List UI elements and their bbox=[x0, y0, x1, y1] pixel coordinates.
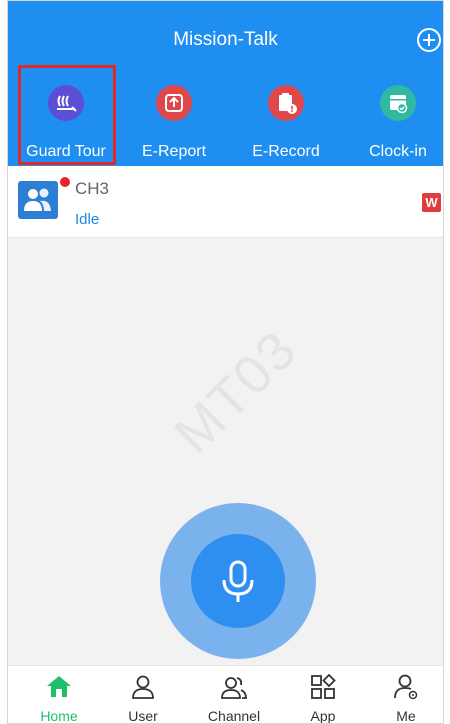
shortcut-label: E-Record bbox=[252, 143, 320, 160]
unread-dot bbox=[60, 177, 70, 187]
home-icon bbox=[45, 673, 73, 701]
user-icon bbox=[129, 673, 157, 701]
tab-label: App bbox=[310, 708, 336, 724]
channel-badge: W bbox=[422, 193, 441, 212]
watermark: MT03 bbox=[163, 319, 309, 465]
channel-group-icon bbox=[18, 181, 58, 219]
ptt-button[interactable] bbox=[191, 534, 285, 628]
tab-app[interactable]: App bbox=[280, 666, 366, 724]
add-icon[interactable] bbox=[417, 28, 441, 52]
shortcut-label: E-Report bbox=[141, 143, 207, 160]
channel-name: CH3 bbox=[75, 179, 110, 198]
shortcut-e-report[interactable]: E-Report bbox=[124, 67, 224, 165]
channel-icon bbox=[220, 673, 248, 701]
header: Mission-Talk Guard Tour E-Report E-Recor… bbox=[8, 1, 443, 166]
tab-label: Home bbox=[40, 708, 78, 724]
e-report-icon bbox=[156, 85, 192, 121]
shortcut-clock-in[interactable]: Clock-in bbox=[348, 67, 443, 165]
tab-user[interactable]: User bbox=[100, 666, 186, 724]
app-title: Mission-Talk bbox=[173, 29, 278, 50]
bottom-tab-bar: Home User Channel App Me bbox=[8, 665, 443, 724]
guard-tour-highlight bbox=[18, 65, 116, 165]
tab-me[interactable]: Me bbox=[363, 666, 443, 724]
tab-label: Me bbox=[396, 708, 416, 724]
channel-row[interactable]: CH3 Idle W bbox=[8, 166, 443, 238]
app-icon bbox=[309, 673, 337, 701]
shortcut-label: Clock-in bbox=[369, 143, 427, 160]
app-frame: Mission-Talk Guard Tour E-Report E-Recor… bbox=[7, 0, 444, 724]
tab-home[interactable]: Home bbox=[16, 666, 102, 724]
e-record-icon bbox=[268, 85, 304, 121]
shortcut-e-record[interactable]: E-Record bbox=[236, 67, 336, 165]
me-icon bbox=[392, 673, 420, 701]
tab-channel[interactable]: Channel bbox=[191, 666, 277, 724]
clock-in-icon bbox=[380, 85, 416, 121]
tab-label: User bbox=[128, 708, 158, 724]
channel-status: Idle bbox=[75, 211, 100, 228]
tab-label: Channel bbox=[207, 708, 261, 724]
microphone-icon bbox=[222, 560, 254, 602]
